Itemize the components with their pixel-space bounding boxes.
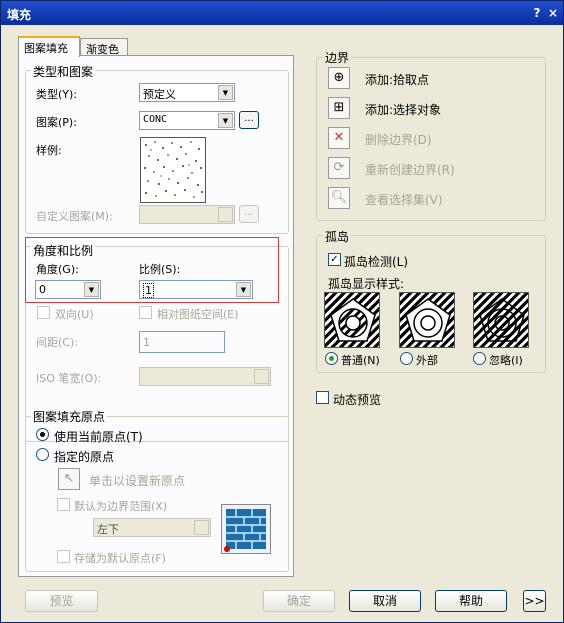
store-default-label: 存储为默认原点(F): [74, 552, 166, 565]
custom-pattern-select[interactable]: [139, 205, 235, 224]
cursor-pick-icon: ↖: [63, 471, 75, 486]
spacing-value: 1: [143, 336, 150, 349]
default-extent-label: 默认为边界范围(X): [74, 500, 168, 513]
recreate-icon: ⟳: [333, 160, 345, 175]
close-icon[interactable]: ×: [545, 5, 561, 21]
remove-boundary-label[interactable]: 删除边界(D): [365, 131, 432, 148]
chevron-down-icon: [194, 520, 209, 535]
recreate-boundary-label[interactable]: 重新创建边界(R): [365, 161, 455, 178]
spacing-label: 间距(C):: [36, 336, 78, 349]
pattern-sample-swatch[interactable]: [140, 137, 206, 203]
relative-paper-checkbox[interactable]: [139, 306, 152, 319]
add-select-button[interactable]: ⊞: [328, 97, 350, 119]
cancel-button[interactable]: 取消: [349, 590, 421, 612]
highlight-box: [25, 237, 279, 303]
magnifier-icon: 🔍︎: [330, 190, 348, 205]
outer-island-icon: [405, 298, 451, 342]
island-ignore-radio[interactable]: [473, 352, 486, 365]
island-normal-preview[interactable]: [324, 292, 380, 348]
iso-pen-label: ISO 笔宽(O):: [36, 372, 102, 385]
hatch-dialog: 填充 ? × 图案填充 渐变色 类型和图案 类型(Y): 预定义 ▼ 图案(P)…: [0, 0, 564, 623]
spacing-input[interactable]: 1: [139, 331, 225, 353]
view-selection-label[interactable]: 查看选择集(V): [365, 191, 443, 208]
preview-button[interactable]: 预览: [25, 590, 98, 612]
chevron-down-icon[interactable]: ▼: [218, 85, 233, 100]
island-ignore-label: 忽略(I): [489, 354, 523, 367]
pattern-value: CONC: [143, 114, 168, 125]
use-current-origin-radio[interactable]: [36, 428, 49, 441]
title-bar[interactable]: 填充 ? ×: [1, 1, 563, 25]
tab-hatch-label: 图案填充: [24, 42, 68, 55]
origin-heading: 图案填充原点: [31, 408, 108, 425]
island-style-label: 孤岛显示样式:: [328, 277, 405, 291]
tab-hatch[interactable]: 图案填充: [18, 36, 80, 57]
add-pick-label[interactable]: 添加:拾取点: [365, 71, 429, 88]
double-checkbox[interactable]: [37, 306, 50, 319]
origin-position-select[interactable]: 左下: [93, 518, 211, 537]
set-origin-button[interactable]: ↖: [58, 468, 80, 490]
custom-browse-button[interactable]: ...: [239, 205, 259, 223]
view-selection-button[interactable]: 🔍︎: [328, 187, 350, 209]
island-outer-preview[interactable]: [399, 292, 455, 348]
island-normal-label: 普通(N): [341, 354, 380, 367]
recreate-boundary-button[interactable]: ⟳: [328, 157, 350, 179]
chevron-down-icon: [218, 207, 233, 222]
ignore-island-icon: [479, 298, 525, 342]
pattern-browse-button[interactable]: ...: [239, 111, 259, 129]
store-default-checkbox[interactable]: [57, 550, 70, 563]
type-pattern-heading: 类型和图案: [31, 63, 96, 80]
help-button[interactable]: 帮助: [435, 590, 507, 612]
specified-origin-radio[interactable]: [36, 448, 49, 461]
hatch-tab-panel: 类型和图案 类型(Y): 预定义 ▼ 图案(P): CONC ▼ ... 样例:: [18, 55, 294, 577]
remove-boundary-button[interactable]: ✕: [328, 127, 350, 149]
more-options-button[interactable]: >>: [523, 590, 546, 612]
type-value: 预定义: [143, 88, 176, 101]
normal-island-icon: [330, 298, 376, 342]
pattern-select[interactable]: CONC ▼: [139, 111, 235, 130]
pick-point-icon: ⊕: [333, 70, 345, 85]
brick-origin-icon: [224, 509, 266, 552]
iso-pen-select[interactable]: [139, 367, 271, 386]
islands-heading: 孤岛: [323, 228, 352, 245]
boundary-heading: 边界: [323, 49, 352, 66]
remove-icon: ✕: [333, 130, 345, 145]
ok-button[interactable]: 确定: [263, 590, 335, 612]
pattern-label: 图案(P):: [36, 116, 77, 129]
island-outer-radio[interactable]: [400, 352, 413, 365]
chevron-down-icon[interactable]: ▼: [218, 113, 233, 128]
dynamic-preview-label: 动态预览: [333, 393, 382, 407]
island-ignore-preview[interactable]: [473, 292, 529, 348]
custom-pattern-label: 自定义图案(M):: [36, 210, 113, 223]
type-select[interactable]: 预定义 ▼: [139, 83, 235, 102]
specified-origin-label: 指定的原点: [54, 450, 115, 464]
island-detect-checkbox[interactable]: ✓: [328, 253, 341, 266]
use-current-origin-label: 使用当前原点(T): [54, 430, 143, 444]
add-pick-button[interactable]: ⊕: [328, 67, 350, 89]
double-label: 双向(U): [55, 308, 94, 321]
origin-preview: [221, 504, 271, 554]
dialog-title: 填充: [7, 8, 32, 22]
concrete-pattern-icon: [144, 141, 203, 198]
help-icon[interactable]: ?: [529, 5, 545, 21]
dynamic-preview-checkbox[interactable]: [316, 391, 329, 404]
origin-position-value: 左下: [97, 523, 119, 536]
relative-paper-label: 相对图纸空间(E): [157, 308, 239, 321]
select-objects-icon: ⊞: [333, 100, 345, 115]
chevron-down-icon: [254, 369, 269, 384]
set-origin-label: 单击以设置新原点: [89, 474, 186, 488]
add-select-label[interactable]: 添加:选择对象: [365, 101, 441, 118]
type-label: 类型(Y):: [36, 88, 78, 101]
island-outer-label: 外部: [416, 354, 438, 367]
island-detect-label: 孤岛检测(L): [344, 255, 409, 269]
island-normal-radio[interactable]: [325, 352, 338, 365]
sample-label: 样例:: [36, 144, 62, 157]
default-extent-checkbox[interactable]: [57, 498, 70, 511]
